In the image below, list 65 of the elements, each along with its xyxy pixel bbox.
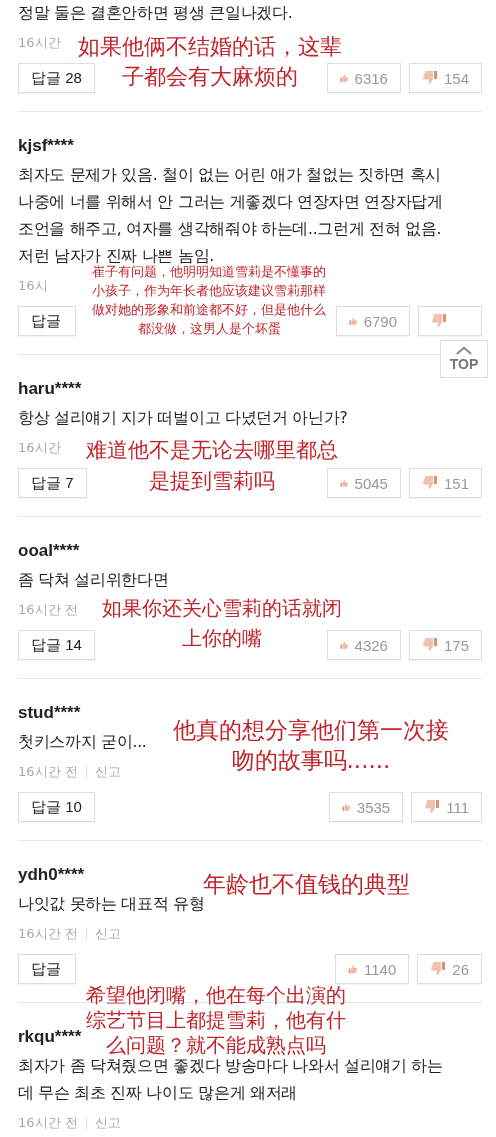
- reply-button[interactable]: 답글 28: [18, 63, 95, 93]
- annotation-line: 崔子有问题，他明明知道雪莉是不懂事的: [92, 264, 326, 281]
- reply-button[interactable]: 답글: [18, 954, 76, 984]
- thumbs-down-icon: [424, 799, 441, 815]
- comment-text: 항상 설리얘기 지가 떠벌이고 다녔던거 아닌가?: [18, 408, 348, 429]
- comment-time: 16시간: [18, 439, 61, 457]
- annotation-line: 吻的故事吗......: [231, 746, 391, 775]
- comment-text: 좀 닥쳐 설리위한다면: [18, 570, 169, 591]
- like-button[interactable]: 3535: [329, 792, 404, 822]
- thumbs-down-icon: [421, 637, 438, 653]
- dislike-button[interactable]: 111: [411, 792, 482, 822]
- reply-button[interactable]: 답글 10: [18, 792, 95, 822]
- comment-author: ydh0****: [18, 864, 85, 886]
- comment-text: 나잇값 못하는 대표적 유형: [18, 895, 205, 915]
- like-button[interactable]: 6316: [326, 63, 401, 93]
- comment-text: 최자가 좀 닥쳐줬으면 좋겠다 방송마다 나와서 설리얘기 하는 데 무슨 최초 진짜 나이도 많은게 왜저래: [18, 1056, 443, 1104]
- like-button[interactable]: 6790: [336, 306, 410, 336]
- annotation-line: 做对她的形象和前途都不好，但是他什么: [92, 301, 326, 319]
- comment-time: 16시간: [18, 34, 61, 52]
- thumbs-down-icon: [421, 475, 438, 491]
- report-link[interactable]: 신고: [94, 924, 121, 944]
- like-button[interactable]: 5045: [326, 468, 401, 498]
- comment-time: 16시: [18, 277, 48, 295]
- annotation-line: 小孩子，作为年长者他应该建议雪莉那样: [92, 282, 326, 300]
- report-link[interactable]: 신고: [94, 762, 121, 782]
- annotation-line: 子都会有大麻烦的: [122, 63, 298, 91]
- annotation-line: 难道他不是无论去哪里都总: [86, 437, 338, 464]
- thumbs-down-icon: [421, 70, 438, 86]
- comment-author: haru****: [18, 378, 82, 400]
- annotation-line: 年龄也不值钱的典型: [203, 870, 410, 899]
- report-link[interactable]: 신고: [94, 1113, 121, 1133]
- scroll-top-button[interactable]: TOP: [440, 340, 488, 378]
- comment-author: kjsf****: [18, 135, 74, 157]
- comment-text: 최자도 문제가 있음. 철이 없는 어린 애가 철없는 짓하면 혹시 나중에 너를 위해서 안 그러는 게좋겠다 연장자면 연장자답게 조언을 해주고, 여자를 생각해줘야 하는데..그런게 전혀 없음. 저런 남자가 진짜 나쁜 놈임.: [18, 165, 443, 265]
- thumbs-down-icon: [430, 961, 447, 977]
- dislike-button[interactable]: [418, 306, 482, 336]
- dislike-button[interactable]: 151: [408, 468, 482, 498]
- comment-time: 16시간 전: [18, 601, 78, 619]
- comment-text: 정말 둘은 결혼안하면 평생 큰일나겠다.: [18, 3, 293, 24]
- reply-button[interactable]: 답글 14: [18, 630, 95, 660]
- annotation-line: 如果他俩不结婚的话，这辈: [78, 33, 342, 61]
- annotation-line: 综艺节目上都提雪莉，他有什: [86, 1008, 346, 1033]
- comment-author: ooal****: [18, 540, 80, 562]
- like-button[interactable]: 1140: [335, 954, 410, 984]
- thumbs-down-icon: [431, 313, 447, 329]
- reply-button[interactable]: 답글 7: [18, 468, 87, 498]
- comment-text: 첫키스까지 굳이...: [18, 732, 147, 753]
- annotation-line: 是提到雪莉吗: [149, 468, 275, 495]
- comment-time: 16시간 전: [18, 925, 78, 943]
- like-button[interactable]: 4326: [326, 630, 401, 660]
- reply-button[interactable]: 답글: [18, 306, 76, 336]
- annotation-line: 希望他闭嘴，他在每个出演的: [86, 983, 346, 1008]
- comment-author: rkqu****: [18, 1026, 82, 1048]
- dislike-button[interactable]: 154: [408, 63, 482, 93]
- annotation-line: 都没做，这男人是个坏蛋: [137, 320, 281, 338]
- comment-time: 16시간 전: [18, 763, 78, 781]
- annotation-line: 么问题？就不能成熟点吗: [106, 1033, 326, 1058]
- dislike-button[interactable]: 26: [417, 954, 482, 984]
- annotation-line: 他真的想分享他们第一次接: [173, 716, 449, 745]
- caret-up-icon: [455, 346, 473, 355]
- annotation-line: 如果你还关心雪莉的话就闭: [102, 595, 342, 622]
- dislike-button[interactable]: 175: [408, 630, 482, 660]
- comment-author: stud****: [18, 702, 81, 724]
- annotation-line: 上你的嘴: [182, 625, 262, 652]
- comment-time: 16시간 전: [18, 1114, 78, 1132]
